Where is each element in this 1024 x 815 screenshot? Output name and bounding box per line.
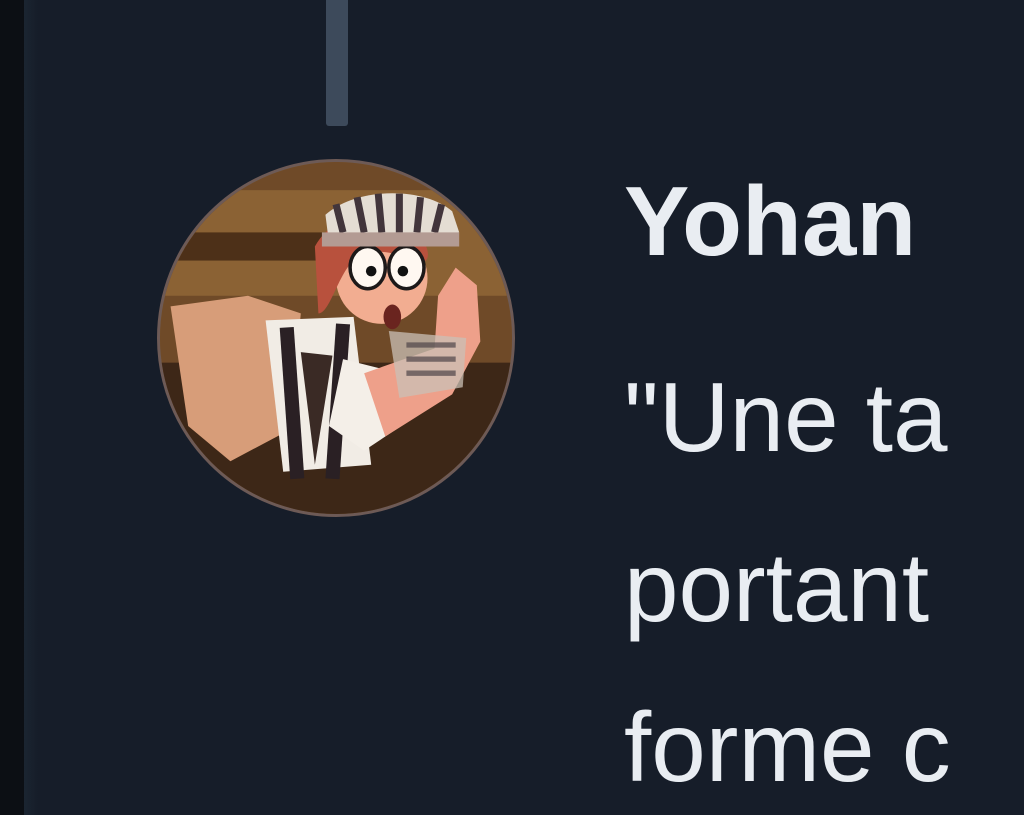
tweet-text-line: portant — [624, 532, 930, 642]
avatar[interactable] — [157, 159, 515, 517]
author-display-name[interactable]: Yohan — [624, 167, 916, 276]
left-edge-highlight — [24, 0, 38, 815]
tweet-text-line: forme c — [624, 692, 951, 802]
tweet-view: Yohan "Une ta portant forme c — [0, 0, 1024, 815]
cartoon-character-avatar-icon — [160, 162, 512, 514]
thread-connector-line — [326, 0, 348, 126]
left-screen-edge — [0, 0, 24, 815]
tweet-text-line: "Une ta — [624, 362, 948, 472]
